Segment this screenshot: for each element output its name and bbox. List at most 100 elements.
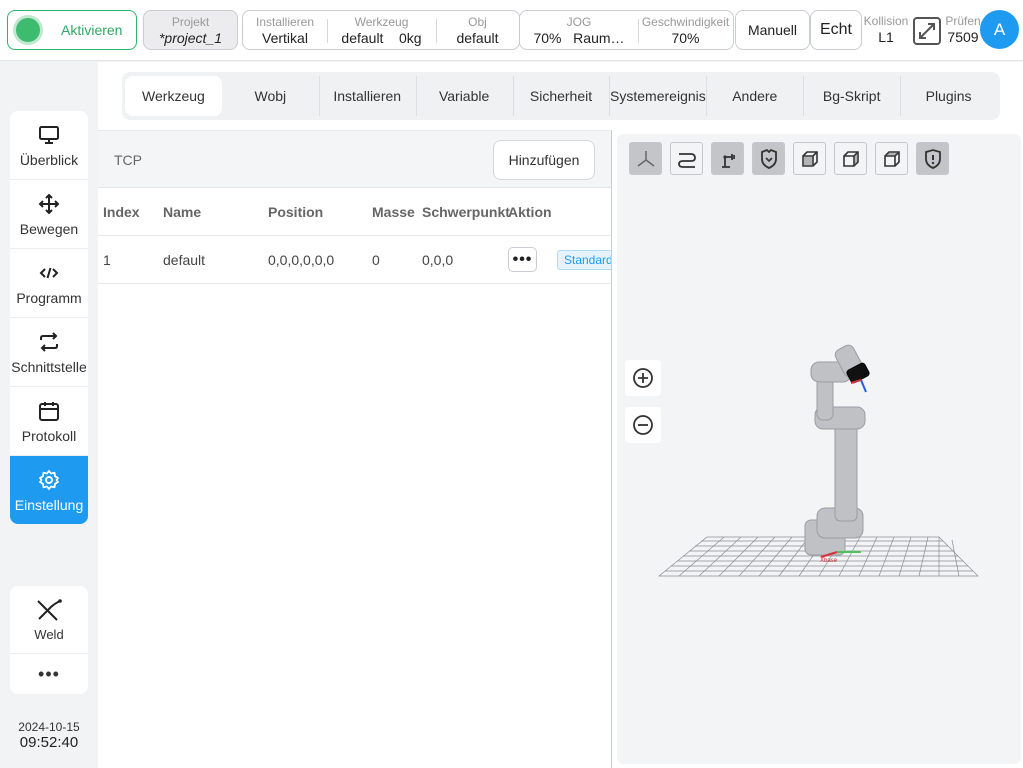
sidebar-plugins: Weld ••• [10, 586, 88, 694]
sidebar-item-label: Überblick [19, 151, 79, 168]
sidebar-item-log[interactable]: Protokoll [10, 387, 88, 456]
zoom-in-icon[interactable] [625, 360, 661, 396]
sidebar-item-program[interactable]: Programm [10, 249, 88, 318]
jog-value: 70% Raum… [520, 30, 638, 46]
tab-bg-script[interactable]: Bg-Skript [803, 76, 900, 116]
activate-button[interactable]: Aktivieren [7, 10, 137, 50]
jog-speed-group[interactable]: JOG 70% Raum… Geschwindigkeit 70% [519, 10, 734, 50]
check-label: Prüfen [945, 14, 981, 28]
install-label: Installieren [255, 15, 315, 29]
cell-index: 1 [103, 251, 111, 268]
sidebar-item-label: Einstellung [14, 497, 84, 513]
monitor-icon [38, 123, 60, 147]
sidebar-item-settings[interactable]: Einstellung [10, 456, 88, 524]
activate-label: Aktivieren [61, 22, 123, 38]
install-cell[interactable]: Installieren Vertikal [243, 11, 327, 49]
check-indicator[interactable]: Prüfen 7509 [943, 14, 983, 45]
robot-3d-viewer[interactable]: Xbase [617, 134, 1021, 764]
view-robot-icon[interactable] [711, 142, 744, 175]
row-actions-button[interactable]: ••• [508, 247, 537, 272]
cell-mass: 0 [372, 251, 380, 268]
tool-cell[interactable]: Werkzeug default 0kg [327, 11, 436, 49]
project-value: *project_1 [158, 30, 223, 46]
weld-torch-icon [35, 598, 63, 622]
code-icon [38, 261, 60, 285]
sidebar-item-label: Schnittstelle [11, 358, 87, 375]
main-content: Werkzeug Wobj Installieren Variable Sich… [98, 62, 1023, 768]
table-row[interactable]: 1 default 0,0,0,0,0,0 0 0,0,0 ••• Standa… [98, 236, 611, 284]
sidebar-item-overview[interactable]: Überblick [10, 111, 88, 180]
view-warning-shield-icon[interactable] [916, 142, 949, 175]
jog-percent: 70% [533, 30, 562, 46]
more-button[interactable]: ••• [10, 654, 88, 694]
settings-tabs: Werkzeug Wobj Installieren Variable Sich… [122, 72, 1000, 120]
obj-label: Obj [468, 15, 487, 29]
view-path-icon[interactable] [670, 142, 703, 175]
sidebar-item-interface[interactable]: Schnittstelle [10, 318, 88, 387]
col-cog[interactable]: Schwerpunkt [422, 188, 510, 235]
tool-load: 0kg [399, 30, 422, 46]
real-mode-button[interactable]: Echt [810, 10, 862, 50]
view-side-cube-icon[interactable] [834, 142, 867, 175]
sidebar-item-move[interactable]: Bewegen [10, 180, 88, 249]
cell-position: 0,0,0,0,0,0 [268, 251, 335, 268]
project-selector[interactable]: Projekt *project_1 [143, 10, 238, 50]
tool-label: Werkzeug [354, 15, 409, 29]
tool-name: default [341, 30, 384, 46]
gear-icon [38, 468, 60, 492]
manual-mode-button[interactable]: Manuell [735, 10, 810, 50]
user-avatar[interactable]: A [980, 10, 1019, 49]
col-name[interactable]: Name [163, 188, 201, 235]
tab-wobj[interactable]: Wobj [222, 76, 319, 116]
robot-scene[interactable]: Xbase [617, 134, 1021, 764]
view-top-cube-icon[interactable] [875, 142, 908, 175]
expand-icon[interactable] [912, 16, 942, 46]
col-mass[interactable]: Masse [372, 188, 415, 235]
speed-value: 70% [671, 30, 700, 46]
clock-date: 2024-10-15 [18, 720, 80, 734]
col-action: Aktion [508, 203, 552, 220]
sidebar-item-weld[interactable]: Weld [10, 586, 88, 654]
sidebar-item-label: Weld [34, 626, 64, 642]
tab-variable[interactable]: Variable [415, 76, 513, 116]
cell-name: default [163, 251, 206, 268]
tab-install[interactable]: Installieren [318, 76, 416, 116]
cell-cog: 0,0,0 [422, 251, 454, 268]
speed-cell[interactable]: Geschwindigkeit 70% [638, 11, 733, 49]
tab-tool[interactable]: Werkzeug [125, 76, 222, 116]
obj-value: default [456, 30, 499, 46]
move-icon [38, 192, 60, 216]
default-badge: Standard [557, 250, 611, 270]
col-index[interactable]: Index [103, 188, 140, 235]
top-bar: Aktivieren Projekt *project_1 Installier… [0, 0, 1023, 61]
tcp-panel: TCP Hinzufügen Index Name Position Masse… [98, 130, 612, 768]
tcp-axis-z [860, 379, 867, 393]
view-safety-shield-icon[interactable] [752, 142, 785, 175]
robot-arm [804, 344, 870, 556]
project-label: Projekt [171, 15, 210, 29]
collision-value: L1 [878, 29, 894, 45]
jog-cell[interactable]: JOG 70% Raum… [520, 11, 638, 49]
tab-safety[interactable]: Sicherheit [512, 76, 610, 116]
tab-other[interactable]: Andere [706, 76, 803, 116]
view-axes-icon[interactable] [629, 142, 662, 175]
add-tcp-button[interactable]: Hinzufügen [493, 140, 595, 180]
sidebar-item-label: Programm [16, 289, 82, 306]
sidebar-nav: Überblick Bewegen Programm Schnittstelle… [10, 111, 88, 524]
install-value: Vertikal [262, 30, 308, 46]
tab-system-events[interactable]: Systemereignis [609, 76, 706, 116]
calendar-icon [38, 399, 60, 423]
tool-value: default 0kg [327, 30, 436, 46]
obj-cell[interactable]: Obj default [436, 11, 519, 49]
clock: 2024-10-15 09:52:40 [10, 720, 88, 751]
jog-mode: Raum… [573, 30, 625, 46]
view-front-cube-icon[interactable] [793, 142, 826, 175]
col-position[interactable]: Position [268, 188, 323, 235]
speed-label: Geschwindigkeit [641, 15, 730, 29]
collision-label: Kollision [863, 14, 909, 28]
sidebar-item-label: Bewegen [19, 220, 79, 237]
zoom-out-icon[interactable] [625, 407, 661, 443]
install-tool-obj-group[interactable]: Installieren Vertikal Werkzeug default 0… [242, 10, 520, 50]
tab-plugins[interactable]: Plugins [900, 76, 997, 116]
collision-indicator[interactable]: Kollision L1 [862, 14, 910, 45]
